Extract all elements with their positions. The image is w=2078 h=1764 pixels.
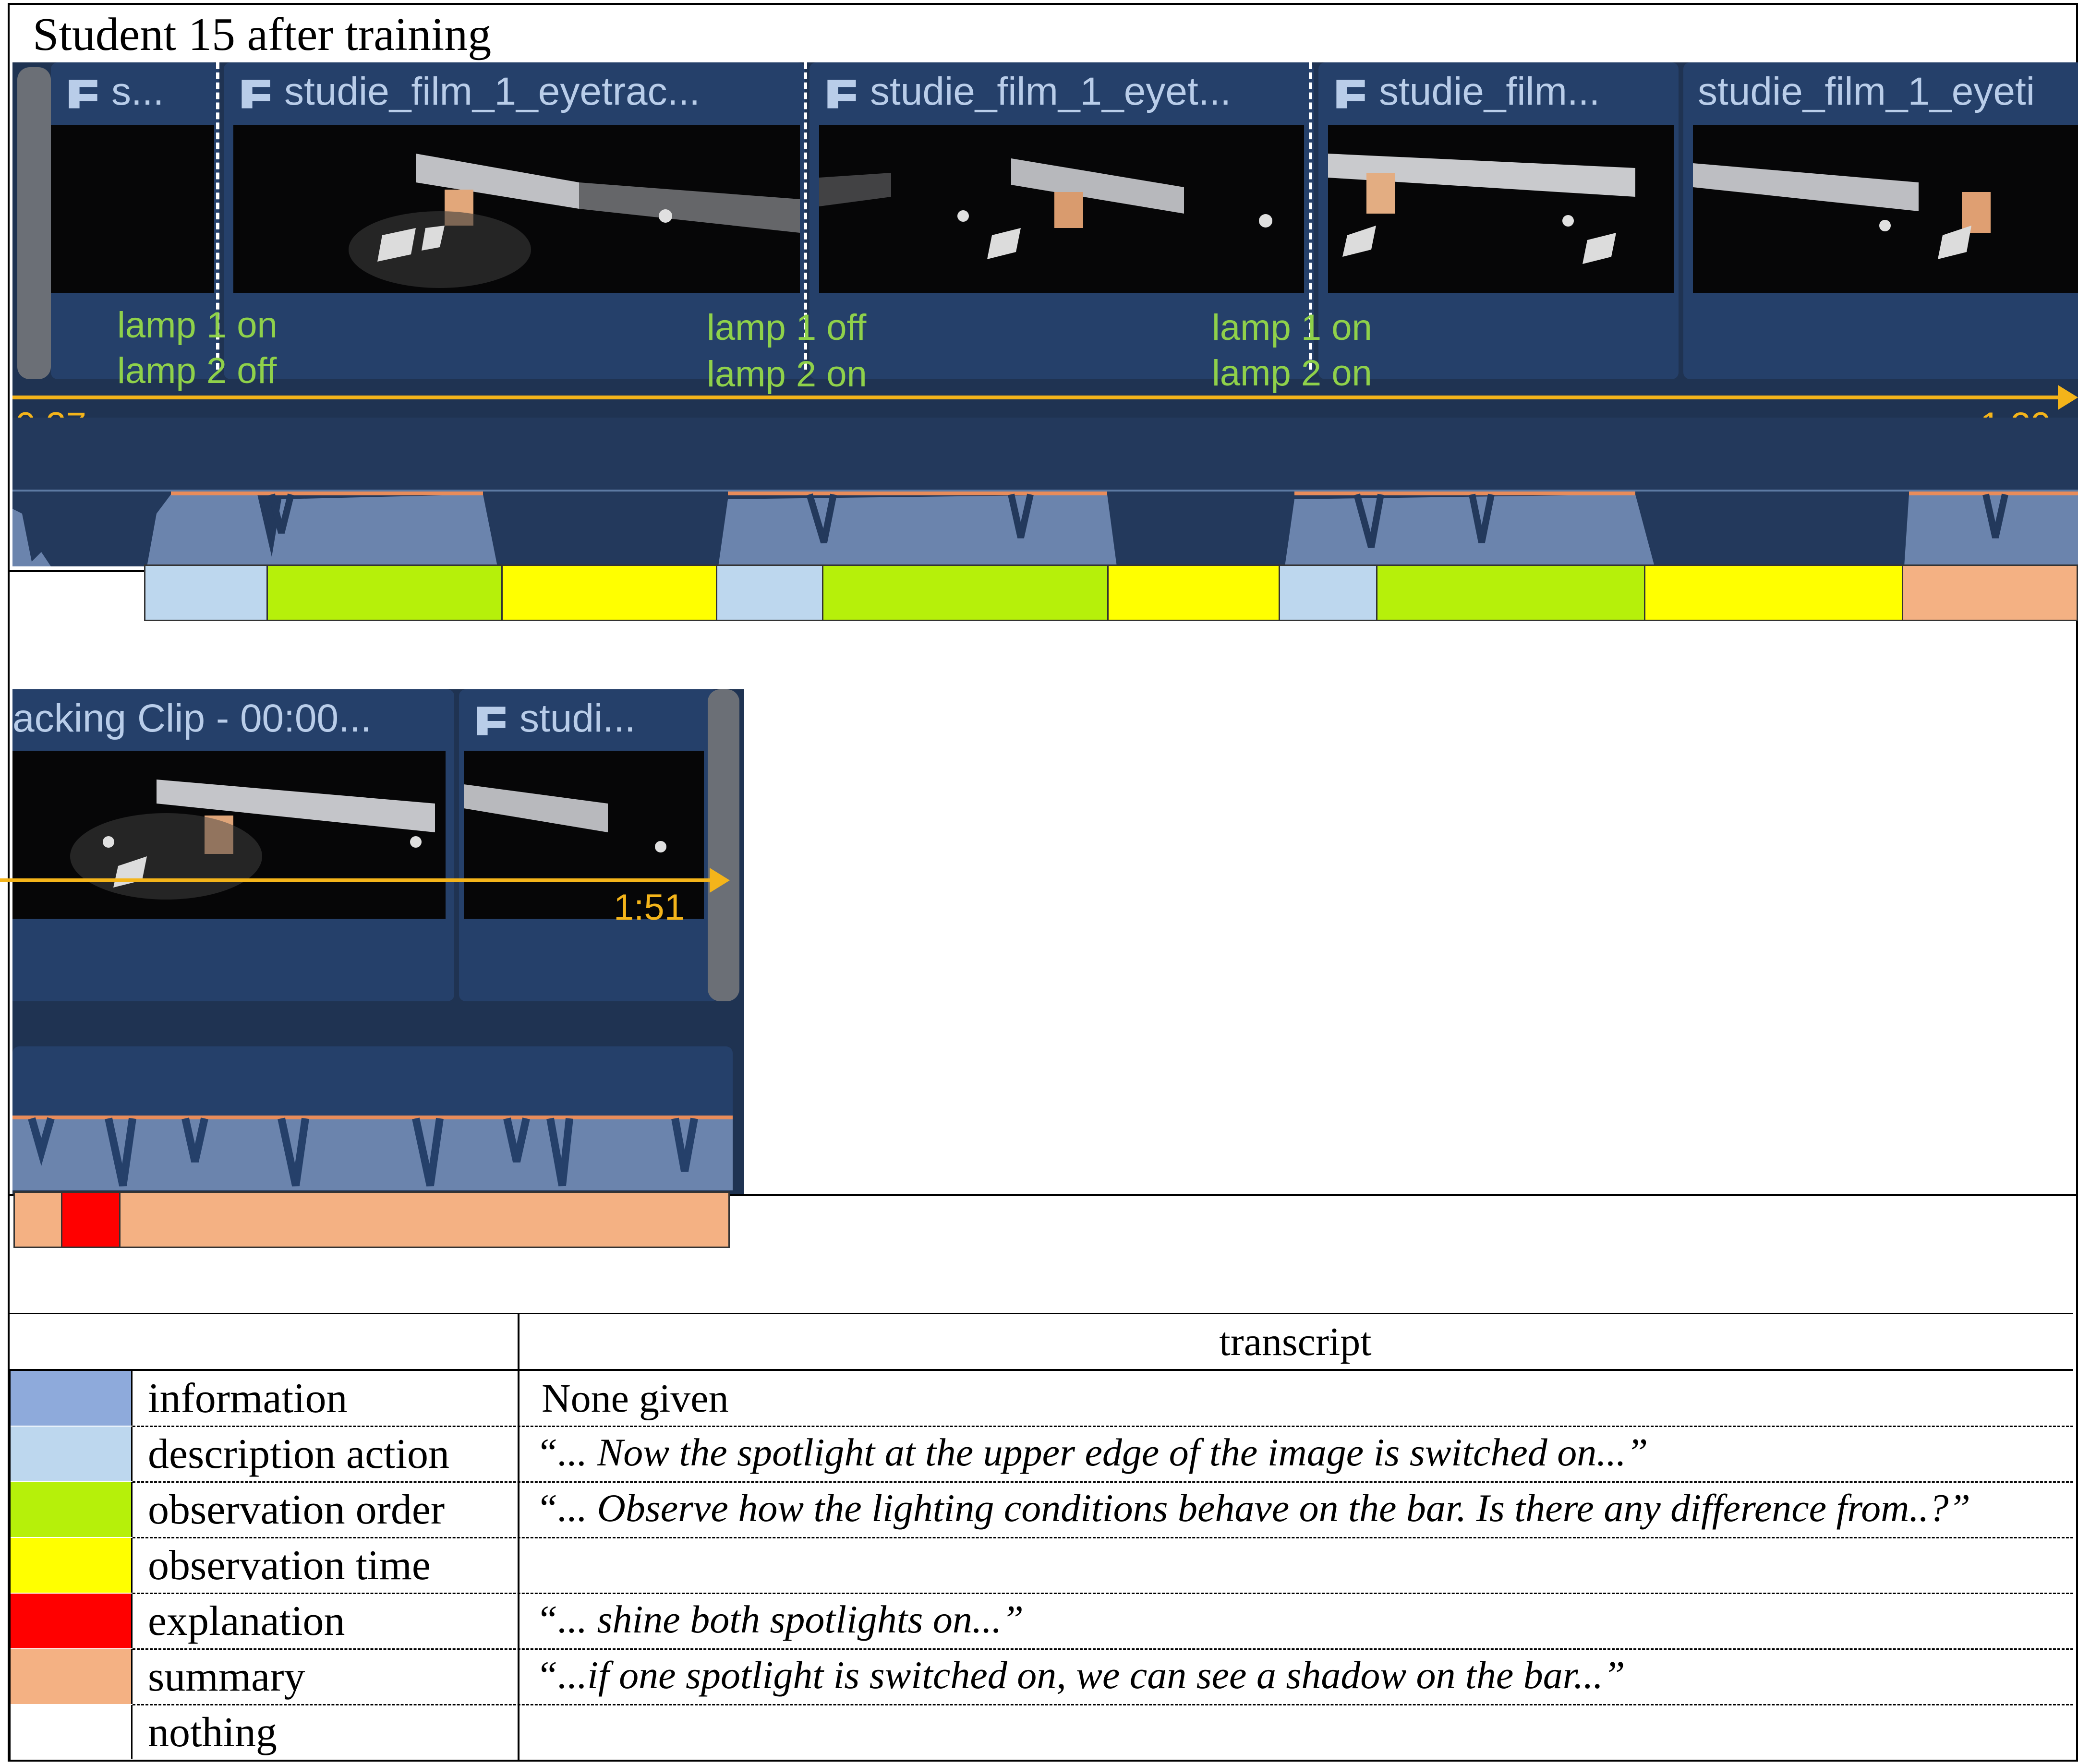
transcript-text: “...if one spotlight is switched on, we …: [536, 1653, 1625, 1697]
segment-description-action-1: [144, 564, 268, 621]
clip-3-header: studie_film_1_eyet...: [809, 62, 1314, 121]
legend-label: information: [148, 1375, 348, 1422]
arrow-head-icon: [2058, 385, 2078, 410]
clip-6-header: acking Clip - 00:00...: [12, 689, 454, 748]
legend-table: transcript information None given descri…: [9, 1313, 2073, 1761]
clip-1-header: s...: [51, 62, 219, 121]
transcript-header: transcript: [1219, 1320, 1372, 1364]
scene-image: [349, 154, 800, 288]
legend-row-observation-time: observation time: [9, 1538, 2073, 1594]
transcript-text: “... Observe how the lighting conditions…: [536, 1486, 1970, 1530]
clip-6[interactable]: acking Clip - 00:00...: [12, 689, 454, 1001]
figure-frame: Student 15 after training s... studie_fi…: [0, 0, 2078, 1764]
audio-waveform: [12, 1116, 733, 1190]
clip-4[interactable]: studie_film...: [1318, 62, 1679, 379]
segment-observation-time-3: [1644, 564, 1903, 621]
clip-5-thumbnail: [1693, 125, 2078, 293]
clip-2-thumbnail: [233, 125, 800, 293]
clip-1-label: s...: [111, 70, 164, 113]
segment-summary-3: [119, 1191, 730, 1248]
clip-6-label: acking Clip - 00:00...: [12, 696, 372, 740]
transcript-text: “... shine both spotlights on...”: [536, 1597, 1024, 1641]
lamp-event-3-line1: lamp 1 on: [1212, 307, 1372, 348]
scene-image: [70, 780, 435, 900]
legend-label: summary: [148, 1654, 305, 1700]
swatch-observation-time: [9, 1538, 133, 1593]
swatch-description-action: [9, 1427, 133, 1481]
arrow-head-icon: [710, 868, 730, 893]
legend-row-nothing: nothing: [9, 1705, 2073, 1761]
audio-track-1: [12, 418, 2078, 566]
legend-label: nothing: [148, 1709, 277, 1756]
segment-observation-order-1: [266, 564, 503, 621]
swatch-explanation: [9, 1594, 133, 1648]
clip-7-label: studi...: [520, 696, 636, 740]
clip-icon: [827, 80, 856, 108]
legend-row-information: information None given: [9, 1371, 2073, 1427]
segment-description-action-2: [716, 564, 823, 621]
end-time-label-2: 1:51: [614, 887, 685, 928]
timeline-2-panel: acking Clip - 00:00... studi... 1:51: [0, 689, 744, 1194]
clip-icon: [69, 80, 97, 108]
clip-7-header: studi...: [459, 689, 718, 748]
legend-row-summary: summary “...if one spotlight is switched…: [9, 1649, 2073, 1705]
scene-image: [1328, 154, 1635, 264]
clip-4-header: studie_film...: [1318, 62, 1679, 121]
clip-1-thumbnail: [51, 125, 214, 293]
clip-4-label: studie_film...: [1379, 70, 1600, 113]
figure-title: Student 15 after training: [33, 9, 492, 60]
clip-icon: [242, 80, 270, 108]
segment-explanation-1: [61, 1191, 121, 1248]
scene-image: [1693, 163, 1991, 259]
legend-row-observation-order: observation order “... Observe how the l…: [9, 1482, 2073, 1538]
legend-row-description-action: description action “... Now the spotligh…: [9, 1427, 2073, 1482]
clip-7[interactable]: studi...: [459, 689, 718, 1001]
legend-label: observation order: [148, 1487, 445, 1533]
swatch-column-border: [9, 1369, 11, 1761]
legend-label: explanation: [148, 1598, 345, 1644]
lamp-event-2-line1: lamp 1 off: [707, 307, 867, 348]
scene-image: [819, 158, 1272, 259]
timeline-2-right-handle[interactable]: [708, 689, 739, 1001]
clip-6-thumbnail: [12, 751, 446, 919]
segment-observation-order-3: [1376, 564, 1645, 621]
clip-2-label: studie_film_1_eyetrac...: [284, 70, 701, 113]
clip-5-label: studie_film_1_eyeti: [1698, 70, 2035, 113]
swatch-observation-order: [9, 1482, 133, 1537]
swatch-information: [9, 1371, 133, 1426]
lamp-event-1-line2: lamp 2 off: [117, 350, 277, 391]
segment-summary-2: [13, 1191, 62, 1248]
time-arrow-1: [12, 396, 2063, 399]
timeline-1-left-handle[interactable]: [17, 67, 51, 379]
audio-track-2: [12, 1046, 733, 1190]
legend-label: description action: [148, 1431, 450, 1477]
segment-observation-time-1: [501, 564, 717, 621]
segment-observation-time-2: [1107, 564, 1280, 621]
clip-3-thumbnail: [819, 125, 1304, 293]
timeline-1-panel: s... studie_film_1_eyetrac... studie_fil…: [12, 62, 2078, 566]
segment-summary-1: [1902, 564, 2078, 621]
transcript-text: None given: [542, 1376, 729, 1421]
clip-4-thumbnail: [1328, 125, 1674, 293]
swatch-summary: [9, 1649, 133, 1704]
time-arrow-2: [0, 878, 713, 882]
segment-description-action-3: [1279, 564, 1377, 621]
legend-label: observation time: [148, 1542, 431, 1589]
lamp-event-3-line2: lamp 2 on: [1212, 353, 1372, 394]
clip-3-label: studie_film_1_eyet...: [870, 70, 1232, 113]
clip-icon: [477, 707, 506, 735]
clip-icon: [1336, 80, 1365, 108]
clip-2-header: studie_film_1_eyetrac...: [224, 62, 805, 121]
legend-row-explanation: explanation “... shine both spotlights o…: [9, 1594, 2073, 1649]
swatch-nothing: [9, 1705, 133, 1759]
lamp-event-2-line2: lamp 2 on: [707, 354, 867, 395]
audio-waveform: [12, 492, 2078, 566]
clip-5-header: studie_film_1_eyeti: [1683, 62, 2078, 121]
segment-observation-order-2: [822, 564, 1109, 621]
transcript-text: “... Now the spotlight at the upper edge…: [536, 1430, 1648, 1474]
clip-5[interactable]: studie_film_1_eyeti: [1683, 62, 2078, 379]
lamp-event-1-line1: lamp 1 on: [117, 305, 278, 346]
